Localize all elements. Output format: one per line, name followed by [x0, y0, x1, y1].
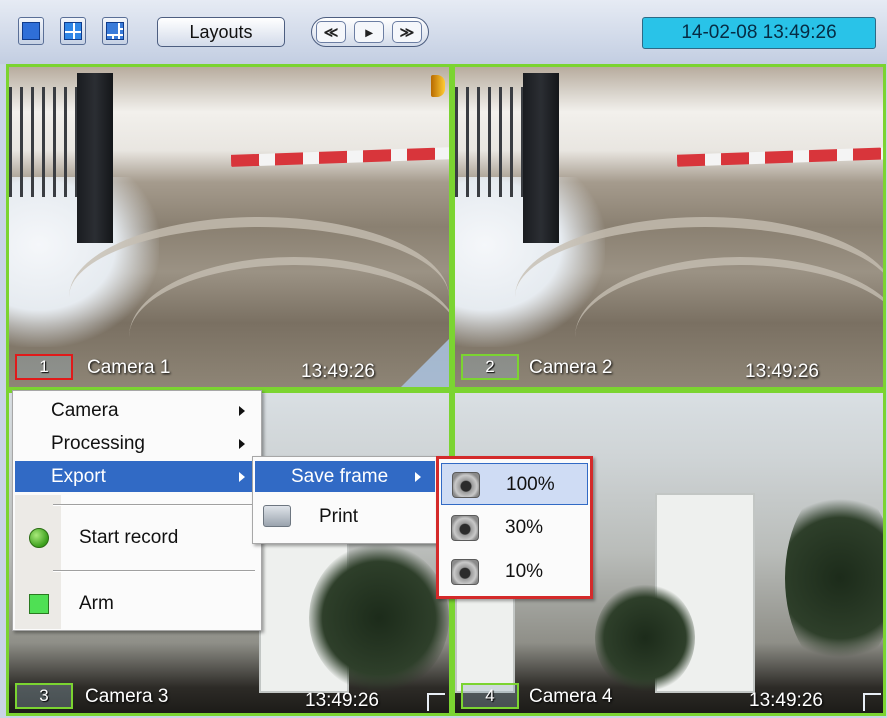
- camera-time: 13:49:26: [305, 690, 379, 711]
- camera-view-2[interactable]: 2 Camera 2 13:49:26: [452, 64, 886, 390]
- menu-item-10-percent[interactable]: 10%: [441, 551, 588, 593]
- submenu-arrow-icon: [239, 406, 245, 416]
- camera-context-menu: Camera Processing Export Start record Ar…: [12, 390, 262, 631]
- camera-time: 13:49:26: [749, 690, 823, 711]
- camera-time: 13:49:26: [745, 361, 819, 382]
- clock-display: 14-02-08 13:49:26: [642, 17, 876, 49]
- playback-nav: ≪ ▸ ≫: [311, 17, 429, 47]
- camera-number-badge[interactable]: 1: [15, 354, 73, 380]
- resize-handle[interactable]: [401, 339, 449, 387]
- camera-name: Camera 3: [85, 686, 169, 707]
- menu-item-arm[interactable]: Arm: [15, 585, 259, 623]
- menu-item-processing[interactable]: Processing: [15, 428, 259, 459]
- record-icon: [29, 528, 49, 548]
- camera-view-1[interactable]: 1 Camera 1 13:49:26: [6, 64, 452, 390]
- camera-icon: [451, 559, 479, 585]
- resize-handle[interactable]: [427, 693, 445, 711]
- export-submenu: Save frame Print: [252, 456, 438, 544]
- camera-icon: [451, 515, 479, 541]
- menu-item-100-percent[interactable]: 100%: [441, 463, 588, 505]
- camera-name: Camera 4: [529, 686, 613, 707]
- submenu-arrow-icon: [415, 472, 421, 482]
- submenu-arrow-icon: [239, 439, 245, 449]
- camera-number-badge[interactable]: 4: [461, 683, 519, 709]
- layouts-button[interactable]: Layouts: [157, 17, 285, 47]
- save-frame-submenu: 100% 30% 10%: [436, 456, 593, 599]
- menu-separator: [53, 504, 255, 506]
- fast-forward-button[interactable]: ≫: [392, 21, 422, 43]
- play-button[interactable]: ▸: [354, 21, 384, 43]
- speaker-icon[interactable]: [431, 75, 445, 97]
- menu-item-camera[interactable]: Camera: [15, 395, 259, 426]
- quad-view-button[interactable]: [60, 17, 86, 45]
- multi-view-button[interactable]: [102, 17, 128, 45]
- submenu-arrow-icon: [239, 472, 245, 482]
- menu-item-print[interactable]: Print: [255, 499, 435, 535]
- resize-handle[interactable]: [863, 693, 881, 711]
- menu-item-30-percent[interactable]: 30%: [441, 507, 588, 549]
- menu-item-export[interactable]: Export: [15, 461, 259, 492]
- camera-time: 13:49:26: [301, 361, 375, 382]
- camera-icon: [452, 472, 480, 498]
- camera-name: Camera 2: [529, 357, 613, 378]
- single-view-button[interactable]: [18, 17, 44, 45]
- camera-number-badge[interactable]: 3: [15, 683, 73, 709]
- arm-icon: [29, 594, 49, 614]
- toolbar: Layouts ≪ ▸ ≫ 14-02-08 13:49:26: [0, 0, 887, 64]
- rewind-button[interactable]: ≪: [316, 21, 346, 43]
- quad-view-icon: [64, 22, 82, 40]
- menu-item-start-record[interactable]: Start record: [15, 519, 259, 557]
- menu-item-save-frame[interactable]: Save frame: [255, 461, 435, 492]
- menu-separator: [53, 570, 255, 572]
- multi-view-icon: [106, 22, 124, 40]
- single-view-icon: [22, 22, 40, 40]
- camera-name: Camera 1: [87, 357, 171, 378]
- camera-number-badge[interactable]: 2: [461, 354, 519, 380]
- printer-icon: [263, 505, 291, 527]
